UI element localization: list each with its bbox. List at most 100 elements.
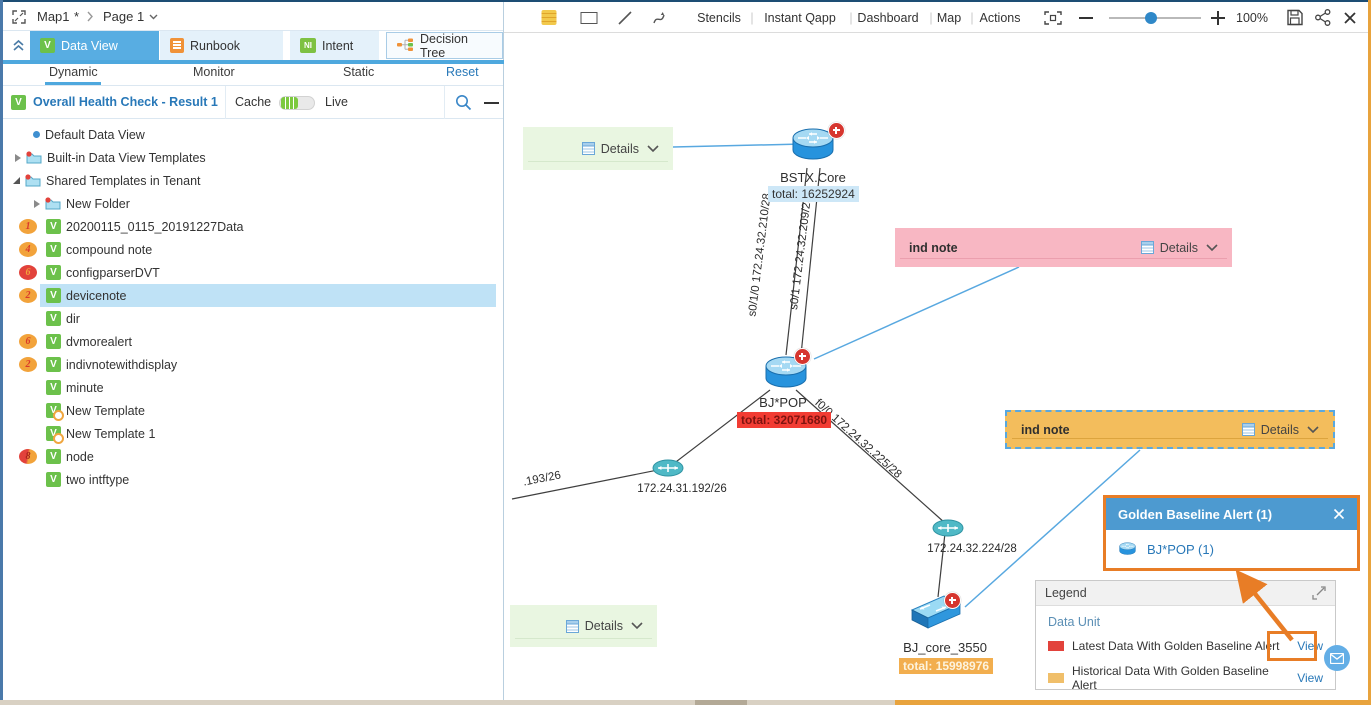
- menu-map[interactable]: Map: [937, 2, 961, 33]
- tree-item-template[interactable]: 4 V compound note: [3, 238, 503, 261]
- search-icon[interactable]: [455, 94, 472, 114]
- chevron-down-icon[interactable]: [647, 145, 659, 153]
- golden-baseline-alert-popup: Golden Baseline Alert (1) BJ*POP (1): [1103, 495, 1360, 571]
- menu-dashboard[interactable]: Dashboard: [857, 2, 918, 33]
- divider: [444, 86, 445, 119]
- data-unit-total-bjcore-historical[interactable]: total: 15998976: [899, 658, 993, 674]
- data-view-template-icon: V: [46, 380, 61, 395]
- menu-instant-qapp[interactable]: Instant Qapp: [764, 2, 836, 33]
- horizontal-scrollbar-thumb[interactable]: [695, 700, 747, 705]
- chevron-down-icon[interactable]: [631, 622, 643, 630]
- data-view-template-icon: V: [46, 334, 61, 349]
- details-button[interactable]: Details: [1141, 241, 1198, 255]
- popup-close-icon[interactable]: [1333, 508, 1345, 520]
- tab-intent[interactable]: NI Intent: [290, 31, 379, 60]
- note-ind-note-orange-selected[interactable]: ind note Details: [1005, 410, 1335, 449]
- zoom-out-icon[interactable]: [1079, 2, 1093, 33]
- details-button[interactable]: Details: [1242, 423, 1299, 437]
- add-note-icon[interactable]: [542, 2, 557, 33]
- menu-stencils[interactable]: Stencils: [697, 2, 741, 33]
- expander-expanded-icon[interactable]: [13, 177, 20, 184]
- expander-collapsed-icon[interactable]: [34, 200, 40, 208]
- interface-label: f0/0 172.24.32.225/28: [812, 397, 903, 481]
- zoom-slider[interactable]: [1109, 2, 1201, 33]
- alert-plus-badge-bjcore[interactable]: [944, 592, 961, 609]
- note-details-bstx[interactable]: Details: [523, 127, 673, 170]
- expand-legend-icon[interactable]: [1312, 586, 1326, 600]
- feedback-button[interactable]: [1324, 645, 1350, 671]
- alert-count-badge: 8: [19, 449, 37, 464]
- menu-actions[interactable]: Actions: [980, 2, 1021, 33]
- topology-map[interactable]: Details ind note Details ind note Detail: [504, 33, 1368, 700]
- popup-header: Golden Baseline Alert (1): [1106, 498, 1357, 530]
- zoom-slider-thumb[interactable]: [1145, 12, 1157, 24]
- tab-decision-tree[interactable]: Decision Tree: [386, 32, 503, 59]
- tree-item-template[interactable]: 1 V 20200115_0115_20191227Data: [3, 215, 503, 238]
- note-ind-note-pink[interactable]: ind note Details: [895, 228, 1232, 267]
- subtab-dynamic[interactable]: Dynamic: [49, 65, 98, 79]
- data-unit-total-bjpop-alert[interactable]: total: 32071680: [737, 412, 831, 428]
- table-icon: [566, 620, 579, 633]
- view-historical-link[interactable]: View: [1297, 671, 1323, 685]
- media-node-icon[interactable]: [652, 459, 684, 477]
- page-chevron-down-icon[interactable]: [149, 14, 158, 20]
- data-view-template-new-icon: V: [46, 426, 61, 441]
- device-label-bstx[interactable]: BSTX.Core: [780, 170, 846, 185]
- zoom-in-icon[interactable]: [1211, 2, 1225, 33]
- draw-line-icon[interactable]: [617, 2, 633, 33]
- tree-item-shared-templates[interactable]: Shared Templates in Tenant: [3, 169, 503, 192]
- tree-item-template[interactable]: V two intftype: [3, 468, 503, 491]
- runbook-icon: [170, 38, 184, 53]
- chevron-down-icon[interactable]: [1307, 426, 1319, 434]
- subtab-bar: Dynamic Monitor Static Reset: [3, 60, 503, 86]
- tree-item-template[interactable]: 6 V configparserDVT: [3, 261, 503, 284]
- cache-live-toggle[interactable]: [279, 96, 315, 110]
- tab-data-view[interactable]: V Data View: [30, 31, 159, 60]
- subtab-static[interactable]: Static: [343, 65, 374, 79]
- tree-item-template[interactable]: 2 V indivnotewithdisplay: [3, 353, 503, 376]
- device-label-bjpop[interactable]: BJ*POP: [759, 395, 807, 410]
- tab-runbook[interactable]: Runbook: [160, 31, 283, 60]
- note-details-bjcore[interactable]: Details: [510, 605, 657, 647]
- tree-item-default-data-view[interactable]: Default Data View: [3, 123, 503, 146]
- tree-item-template[interactable]: V New Template: [3, 399, 503, 422]
- subtab-monitor[interactable]: Monitor: [193, 65, 235, 79]
- tree-item-template[interactable]: 6 V dvmorealert: [3, 330, 503, 353]
- details-button[interactable]: Details: [566, 619, 623, 633]
- collapse-panel-icon[interactable]: [12, 39, 25, 55]
- legend-title: Legend: [1045, 586, 1087, 600]
- tree-item-devicenote-selected[interactable]: 2 V devicenote: [3, 284, 503, 307]
- device-label-bjcore[interactable]: BJ_core_3550: [903, 640, 987, 655]
- interface-label: s0/1/0 172.24.32.210/28: [746, 193, 773, 318]
- tree-item-template[interactable]: V dir: [3, 307, 503, 330]
- horizontal-scrollbar[interactable]: [0, 700, 895, 705]
- close-map-icon[interactable]: [1343, 2, 1357, 33]
- media-node-icon[interactable]: [932, 519, 964, 537]
- details-button[interactable]: Details: [582, 142, 639, 156]
- fit-to-screen-icon[interactable]: [1044, 2, 1062, 33]
- envelope-icon: [1330, 653, 1344, 664]
- result-name[interactable]: Overall Health Check - Result 1: [33, 95, 218, 109]
- chevron-down-icon[interactable]: [1206, 244, 1218, 252]
- fullscreen-icon[interactable]: [12, 10, 26, 27]
- tree-item-template[interactable]: V New Template 1: [3, 422, 503, 445]
- save-icon[interactable]: [1287, 2, 1304, 33]
- note-title: ind note: [909, 241, 958, 255]
- data-unit-total-bstx[interactable]: total: 16252924: [768, 186, 859, 202]
- tree-item-new-folder[interactable]: New Folder: [3, 192, 503, 215]
- alert-count-badge: 2: [19, 288, 37, 303]
- tree-item-built-in-templates[interactable]: Built-in Data View Templates: [3, 146, 503, 169]
- alert-plus-badge-bjpop[interactable]: [794, 348, 811, 365]
- share-icon[interactable]: [1315, 2, 1332, 33]
- alert-count-badge: 1: [19, 219, 37, 234]
- tree-item-template[interactable]: V minute: [3, 376, 503, 399]
- tree-item-template[interactable]: 8 V node: [3, 445, 503, 468]
- draw-rectangle-icon[interactable]: [581, 2, 598, 33]
- alert-plus-badge-bstx[interactable]: [828, 122, 845, 139]
- expander-collapsed-icon[interactable]: [15, 154, 21, 162]
- reset-button[interactable]: Reset: [446, 65, 479, 79]
- alert-count-badge: 6: [19, 265, 37, 280]
- device-alert-link[interactable]: BJ*POP (1): [1147, 542, 1214, 557]
- draw-curve-icon[interactable]: [652, 2, 668, 33]
- page-selector[interactable]: Page 1: [103, 9, 144, 24]
